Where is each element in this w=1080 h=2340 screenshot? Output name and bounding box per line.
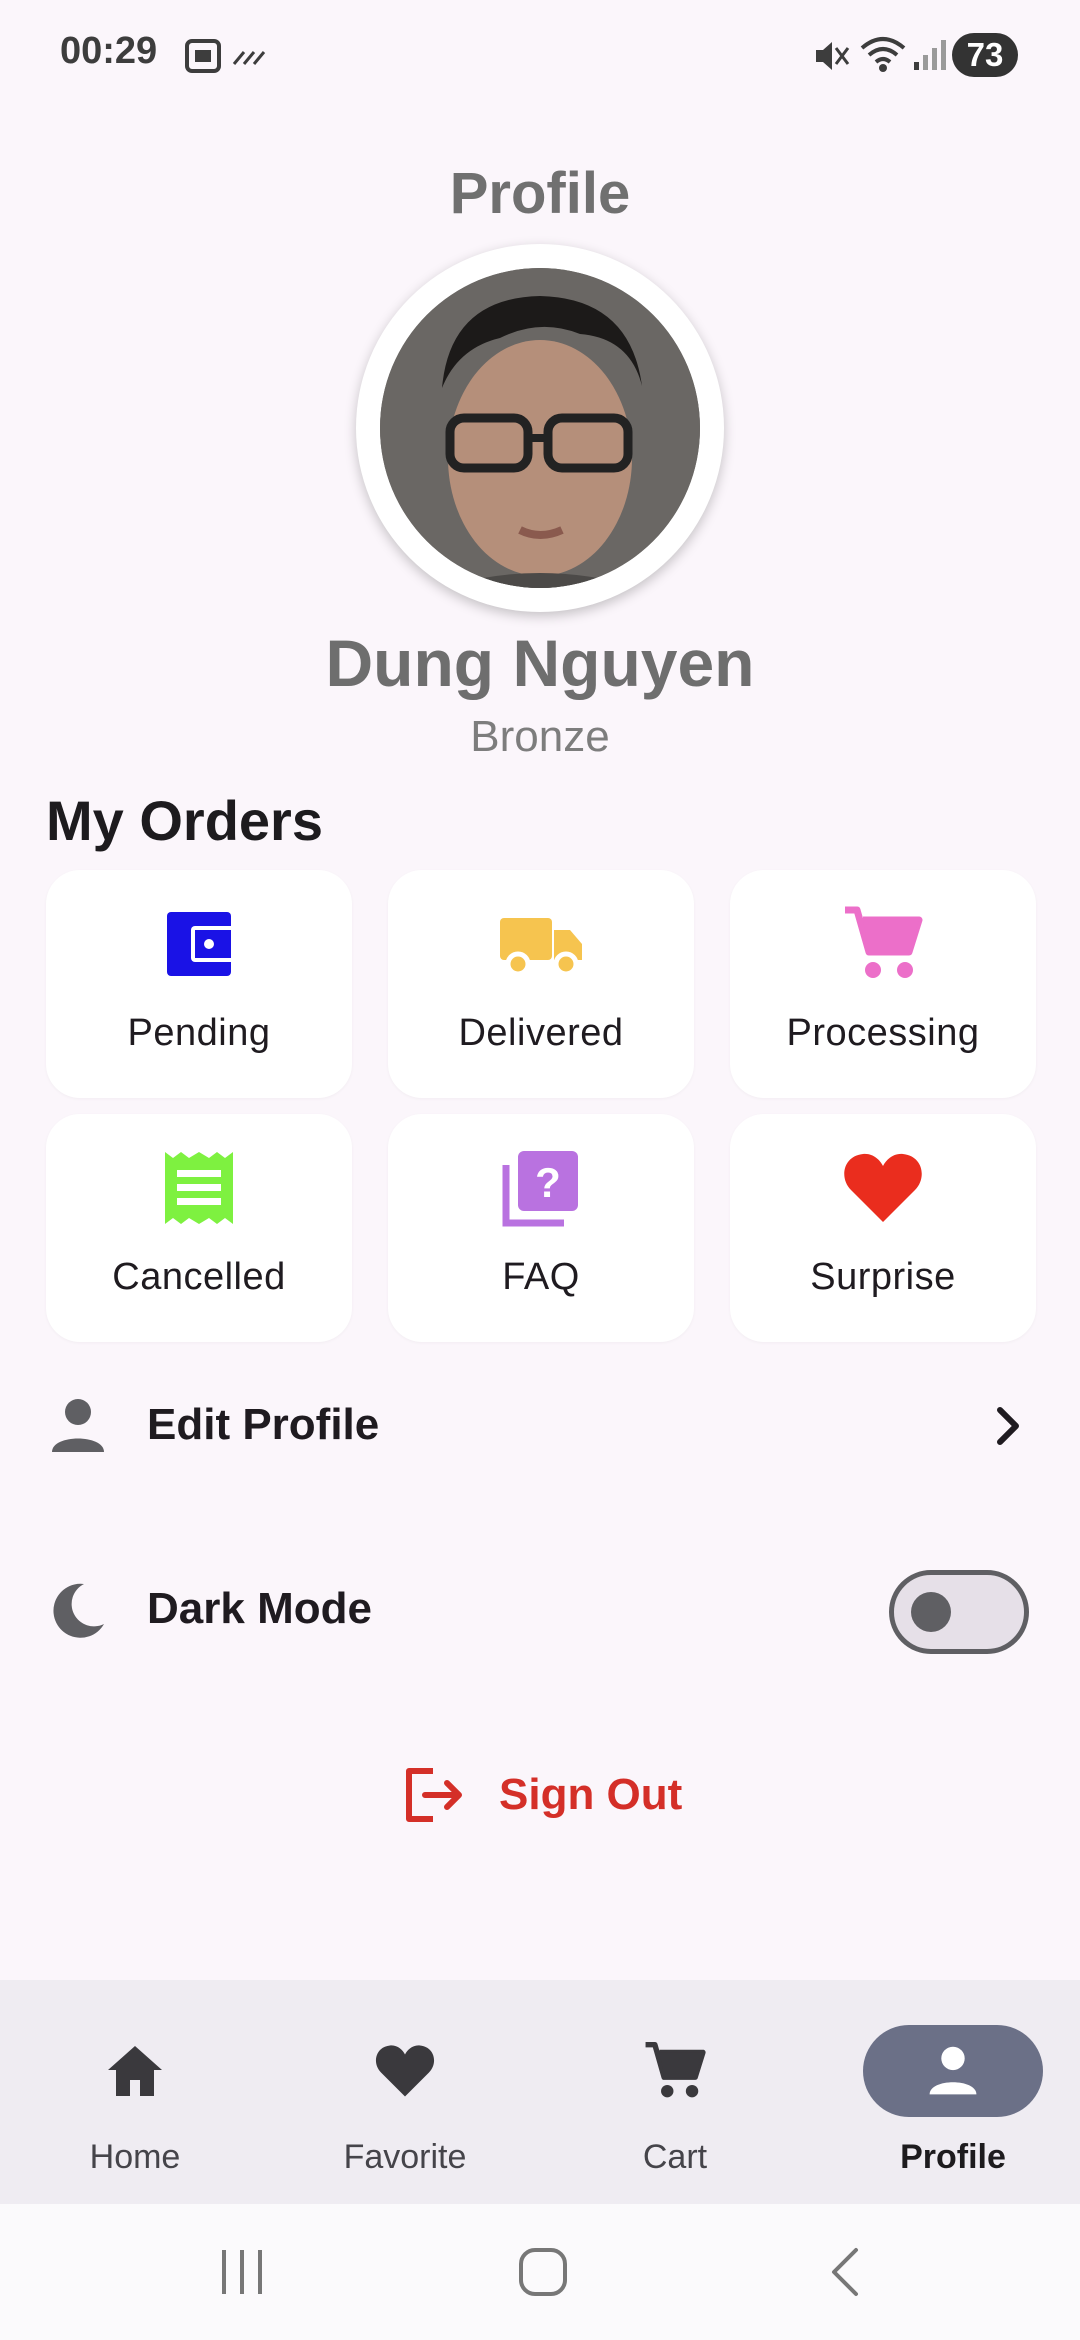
order-label: Cancelled bbox=[112, 1256, 286, 1298]
system-navigation-bar bbox=[0, 2204, 1080, 2340]
status-bar: 00:29 73 bbox=[0, 0, 1080, 112]
active-indicator bbox=[863, 2025, 1043, 2117]
nav-label: Cart bbox=[642, 2138, 708, 2176]
sign-out-label: Sign Out bbox=[499, 1770, 683, 1819]
edit-profile-row[interactable]: Edit Profile bbox=[0, 1366, 1080, 1486]
dark-mode-row: Dark Mode bbox=[0, 1550, 1080, 1670]
order-label: Processing bbox=[786, 1012, 980, 1054]
home-icon bbox=[108, 2046, 162, 2096]
mute-icon bbox=[816, 42, 850, 70]
recent-apps-icon[interactable] bbox=[212, 2242, 272, 2302]
question-icon: ? bbox=[502, 1151, 578, 1227]
home-button-icon[interactable] bbox=[513, 2242, 573, 2302]
cellular-signal-icon bbox=[914, 40, 946, 70]
page-title: Profile bbox=[449, 161, 631, 226]
moon-icon bbox=[53, 1583, 104, 1638]
nav-item-cart[interactable]: Cart bbox=[540, 1980, 810, 2204]
avatar-photo bbox=[380, 268, 700, 588]
cart-icon bbox=[845, 906, 923, 978]
receipt-icon bbox=[165, 1152, 233, 1224]
membership-tier: Bronze bbox=[470, 712, 610, 761]
nav-label: Profile bbox=[900, 2138, 1006, 2176]
sign-out-button[interactable]: Sign Out bbox=[403, 1760, 682, 1830]
wallet-icon bbox=[167, 912, 235, 976]
order-card-delivered[interactable]: Delivered bbox=[388, 870, 694, 1098]
person-icon bbox=[52, 1399, 104, 1452]
order-label: Surprise bbox=[810, 1256, 956, 1298]
heart-icon bbox=[375, 2045, 435, 2097]
no-signal-indicator-icon bbox=[232, 51, 266, 65]
order-card-processing[interactable]: Processing bbox=[730, 870, 1036, 1098]
person-icon bbox=[929, 2046, 977, 2095]
edit-profile-label: Edit Profile bbox=[147, 1400, 380, 1449]
logout-icon bbox=[406, 1768, 462, 1822]
order-label: Delivered bbox=[458, 1012, 624, 1054]
back-icon[interactable] bbox=[816, 2242, 876, 2302]
chevron-right-icon bbox=[997, 1407, 1019, 1445]
order-card-pending[interactable]: Pending bbox=[46, 870, 352, 1098]
svg-text:?: ? bbox=[535, 1159, 561, 1206]
status-time: 00:29 bbox=[60, 30, 158, 72]
nav-label: Home bbox=[89, 2138, 181, 2176]
avatar bbox=[380, 268, 700, 588]
order-card-faq[interactable]: ? FAQ bbox=[388, 1114, 694, 1342]
screenshot-icon bbox=[185, 39, 221, 73]
order-card-surprise[interactable]: Surprise bbox=[730, 1114, 1036, 1342]
dark-mode-label: Dark Mode bbox=[147, 1584, 372, 1633]
nav-label: Favorite bbox=[343, 2138, 467, 2176]
toggle-knob bbox=[911, 1592, 951, 1632]
wifi-icon bbox=[860, 37, 906, 72]
order-label: FAQ bbox=[502, 1256, 580, 1298]
order-card-cancelled[interactable]: Cancelled bbox=[46, 1114, 352, 1342]
cart-icon bbox=[645, 2041, 706, 2098]
nav-item-favorite[interactable]: Favorite bbox=[270, 1980, 540, 2204]
my-orders-heading: My Orders bbox=[46, 789, 323, 852]
nav-item-home[interactable]: Home bbox=[0, 1980, 270, 2204]
truck-icon bbox=[500, 918, 582, 976]
heart-icon bbox=[844, 1153, 922, 1222]
bottom-navigation: Home Favorite Cart Profile bbox=[0, 1980, 1080, 2204]
order-label: Pending bbox=[127, 1012, 271, 1054]
battery-indicator: 73 bbox=[952, 33, 1018, 77]
avatar-frame[interactable] bbox=[356, 244, 724, 612]
user-name: Dung Nguyen bbox=[325, 626, 755, 700]
nav-item-profile[interactable]: Profile bbox=[818, 1980, 1080, 2204]
dark-mode-toggle[interactable] bbox=[889, 1570, 1029, 1654]
